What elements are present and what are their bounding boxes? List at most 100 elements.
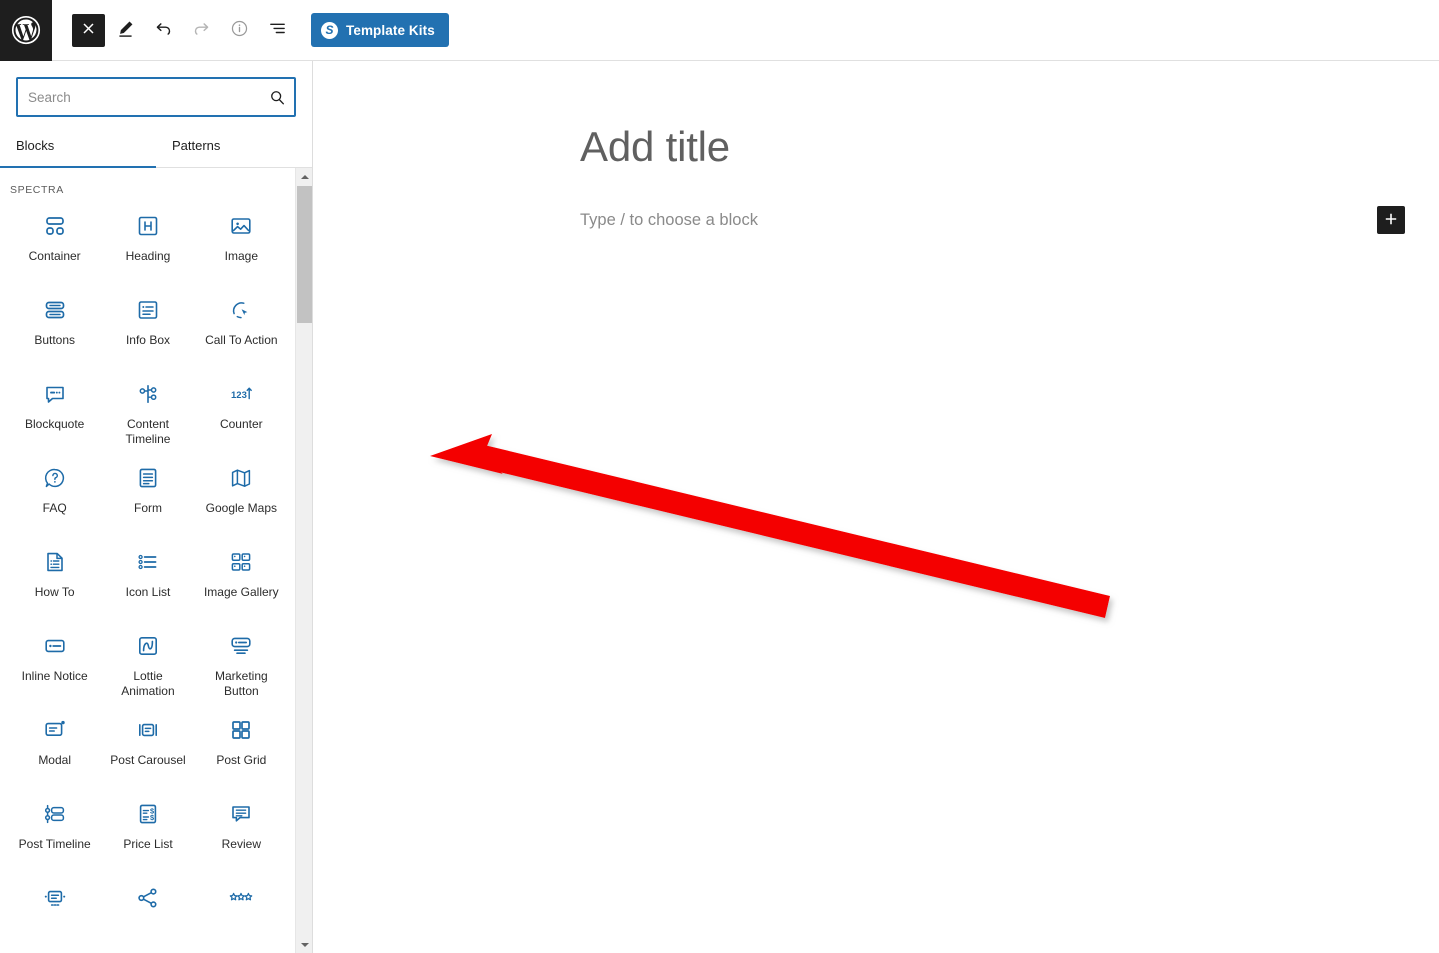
- block-grid: Container Heading Image Buttons Info Box Call…: [0, 200, 296, 953]
- block-item-label: How To: [34, 585, 75, 599]
- block-item-blockquote[interactable]: Blockquote: [8, 368, 101, 452]
- scroll-up-arrow-icon[interactable]: [296, 168, 312, 185]
- blocks-list: SPECTRA Container Heading Image Buttons Info…: [0, 168, 296, 953]
- close-x-icon: [81, 21, 96, 39]
- block-item-marketing-button[interactable]: Marketing Button: [195, 620, 288, 704]
- faq-question-icon: [43, 466, 67, 490]
- buttons-stack-icon: [43, 298, 67, 322]
- scroll-down-arrow-icon[interactable]: [296, 936, 312, 953]
- lottie-animation-curve-icon: [136, 634, 160, 658]
- tab-blocks[interactable]: Blocks: [0, 124, 156, 168]
- block-item-inline-notice[interactable]: Inline Notice: [8, 620, 101, 704]
- block-item-slider-carousel-icon[interactable]: [8, 872, 101, 953]
- call-to-action-cursor-icon: [229, 298, 253, 322]
- list-view-button[interactable]: [259, 12, 295, 48]
- block-item-info-box[interactable]: Info Box: [101, 284, 194, 368]
- template-kits-label: Template Kits: [346, 22, 435, 38]
- editor-top-toolbar: S Template Kits: [0, 0, 1439, 61]
- google-maps-fold-icon: [229, 466, 253, 490]
- icon-list-icon: [136, 550, 160, 574]
- price-list-icon: $ $: [136, 802, 160, 826]
- info-circle-icon: [230, 19, 249, 41]
- post-carousel-icon: [136, 718, 160, 742]
- block-item-label: Post Timeline: [18, 837, 91, 851]
- search-magnifier-icon[interactable]: [260, 80, 294, 114]
- block-item-label: Content Timeline: [125, 417, 171, 446]
- container-icon: [43, 214, 67, 238]
- block-item-image-gallery[interactable]: Image Gallery: [195, 536, 288, 620]
- blockquote-speech-icon: [43, 382, 67, 406]
- social-share-icon: [136, 886, 160, 910]
- block-item-content-timeline[interactable]: Content Timeline: [101, 368, 194, 452]
- review-comment-icon: [229, 802, 253, 826]
- star-ratings-icon: [229, 886, 253, 910]
- undo-arrow-icon: [154, 19, 173, 41]
- block-item-label: Info Box: [125, 333, 170, 347]
- block-item-label: FAQ: [42, 501, 67, 515]
- counter-123-icon: 123: [229, 382, 253, 406]
- block-item-label: Review: [221, 837, 261, 851]
- block-item-buttons[interactable]: Buttons: [8, 284, 101, 368]
- block-item-label: Buttons: [34, 333, 76, 347]
- form-document-icon: [136, 466, 160, 490]
- block-item-label: Post Grid: [216, 753, 267, 767]
- add-block-button[interactable]: [1377, 206, 1405, 234]
- block-item-label: Image: [224, 249, 258, 263]
- block-item-label: Modal: [38, 753, 71, 767]
- block-item-label: Price List: [123, 837, 173, 851]
- block-item-label: Post Carousel: [110, 753, 186, 767]
- block-item-lottie-animation[interactable]: Lottie Animation: [101, 620, 194, 704]
- scrollbar-thumb[interactable]: [297, 186, 312, 323]
- tab-patterns[interactable]: Patterns: [156, 124, 312, 167]
- template-kits-button[interactable]: S Template Kits: [311, 13, 449, 47]
- marketing-button-icon: [229, 634, 253, 658]
- close-editor-button[interactable]: [72, 13, 105, 47]
- heading-h-icon: [136, 214, 160, 238]
- inserter-tabs: Blocks Patterns: [0, 124, 312, 168]
- block-item-star-ratings-icon[interactable]: [195, 872, 288, 953]
- block-item-call-to-action[interactable]: Call To Action: [195, 284, 288, 368]
- block-item-post-carousel[interactable]: Post Carousel: [101, 704, 194, 788]
- block-item-label: Marketing Button: [214, 669, 268, 698]
- default-block-placeholder[interactable]: Type / to choose a block: [580, 209, 758, 232]
- block-item-form[interactable]: Form: [101, 452, 194, 536]
- svg-text:123: 123: [231, 390, 247, 401]
- details-info-button[interactable]: [221, 12, 257, 48]
- block-item-review[interactable]: Review: [195, 788, 288, 872]
- block-item-label: Icon List: [125, 585, 171, 599]
- image-picture-icon: [229, 214, 253, 238]
- modal-window-icon: [43, 718, 67, 742]
- block-item-social-share-icon[interactable]: [101, 872, 194, 953]
- block-item-heading[interactable]: Heading: [101, 200, 194, 284]
- toolbar-icon-group: [72, 12, 297, 48]
- inline-notice-icon: [43, 634, 67, 658]
- wordpress-logo-button[interactable]: [0, 0, 52, 61]
- block-item-faq[interactable]: FAQ: [8, 452, 101, 536]
- block-item-label: Container: [28, 249, 81, 263]
- search-field-wrapper[interactable]: [16, 77, 296, 117]
- block-item-counter[interactable]: 123 Counter: [195, 368, 288, 452]
- info-box-icon: [136, 298, 160, 322]
- block-item-image[interactable]: Image: [195, 200, 288, 284]
- block-item-modal[interactable]: Modal: [8, 704, 101, 788]
- inserter-scrollbar[interactable]: [295, 168, 312, 953]
- pencil-edit-icon: [116, 19, 135, 41]
- block-item-how-to[interactable]: How To: [8, 536, 101, 620]
- search-container: [0, 61, 312, 117]
- block-item-label: Blockquote: [24, 417, 85, 431]
- block-item-container[interactable]: Container: [8, 200, 101, 284]
- search-input[interactable]: [18, 89, 260, 105]
- block-item-price-list[interactable]: $ $ Price List: [101, 788, 194, 872]
- edit-mode-button[interactable]: [107, 12, 143, 48]
- post-grid-icon: [229, 718, 253, 742]
- list-view-icon: [268, 19, 287, 41]
- post-title-placeholder[interactable]: Add title: [580, 123, 730, 171]
- block-item-post-timeline[interactable]: Post Timeline: [8, 788, 101, 872]
- block-item-label: Google Maps: [205, 501, 278, 515]
- block-item-google-maps[interactable]: Google Maps: [195, 452, 288, 536]
- redo-button[interactable]: [183, 12, 219, 48]
- undo-button[interactable]: [145, 12, 181, 48]
- block-item-icon-list[interactable]: Icon List: [101, 536, 194, 620]
- svg-text:$: $: [150, 813, 154, 822]
- block-item-post-grid[interactable]: Post Grid: [195, 704, 288, 788]
